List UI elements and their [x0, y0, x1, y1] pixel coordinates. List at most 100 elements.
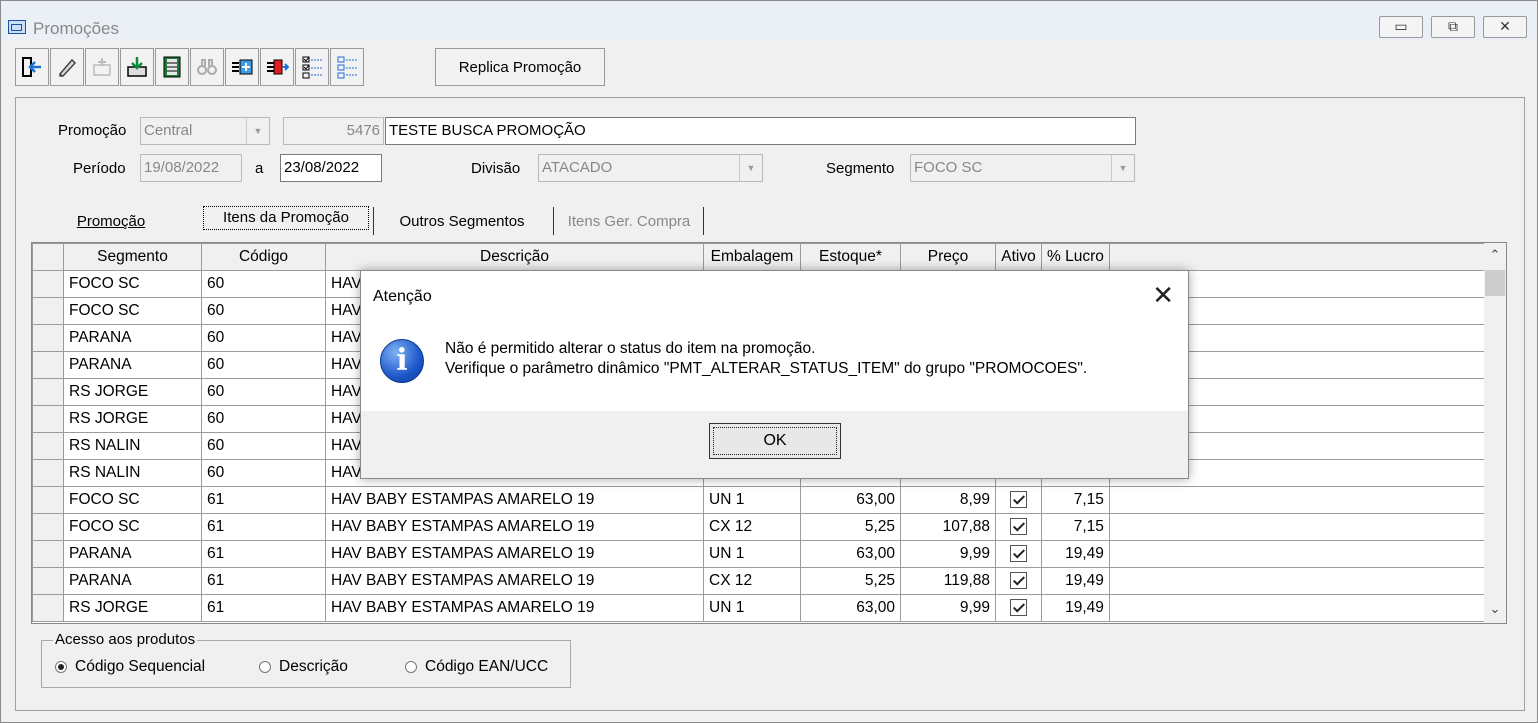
cell-estoque[interactable]: 63,00 — [800, 486, 901, 514]
column-header[interactable]: Ativo — [995, 243, 1042, 271]
cell-codigo[interactable]: 60 — [201, 270, 326, 298]
cell-embalagem[interactable]: CX 12 — [703, 513, 801, 541]
cell-lucro[interactable]: 19,49 — [1041, 540, 1110, 568]
column-header[interactable]: Estoque* — [800, 243, 901, 271]
cell-codigo[interactable]: 61 — [201, 594, 326, 622]
cell-segmento[interactable]: RS JORGE — [63, 405, 202, 433]
minimize-button[interactable]: ▭ — [1379, 16, 1423, 38]
tab-itens-da-promocao[interactable]: Itens da Promoção — [203, 206, 369, 230]
uncheck-all-button[interactable] — [330, 48, 364, 86]
export-button[interactable] — [260, 48, 294, 86]
tab-itens-ger-compra[interactable]: Itens Ger. Compra — [561, 207, 697, 237]
column-header[interactable]: Código — [201, 243, 326, 271]
cell-segmento[interactable]: RS NALIN — [63, 432, 202, 460]
cell-ativo[interactable] — [995, 567, 1042, 595]
cell-segmento[interactable]: RS JORGE — [63, 378, 202, 406]
scroll-thumb[interactable] — [1485, 270, 1505, 296]
tab-promocao[interactable]: Promoção — [31, 207, 191, 237]
cell-preco[interactable]: 119,88 — [900, 567, 996, 595]
tab-outros-segmentos[interactable]: Outros Segmentos — [381, 207, 543, 237]
promocao-tipo-select[interactable]: Central ▼ — [140, 117, 270, 145]
cell-filler[interactable] — [1108, 567, 1490, 595]
row-selector[interactable] — [32, 432, 64, 460]
ok-button[interactable]: OK — [709, 423, 841, 459]
cell-segmento[interactable]: PARANA — [63, 540, 202, 568]
cell-segmento[interactable]: FOCO SC — [63, 270, 202, 298]
cell-codigo[interactable]: 60 — [201, 459, 326, 487]
check-all-button[interactable] — [295, 48, 329, 86]
cell-ativo[interactable] — [995, 540, 1042, 568]
cell-ativo[interactable] — [995, 594, 1042, 622]
scroll-down-icon[interactable]: ⌄ — [1484, 601, 1506, 617]
checkbox-checked-icon[interactable] — [1010, 599, 1027, 617]
radio-descricao[interactable]: Descrição — [259, 658, 348, 676]
cell-segmento[interactable]: FOCO SC — [63, 297, 202, 325]
row-selector[interactable] — [32, 351, 64, 379]
cell-preco[interactable]: 9,99 — [900, 594, 996, 622]
table-row[interactable]: PARANA 61 HAV BABY ESTAMPAS AMARELO 19 UN 1… — [32, 540, 1490, 568]
cell-descricao[interactable]: HAV BABY ESTAMPAS AMARELO 19 — [325, 567, 704, 595]
row-selector[interactable] — [32, 459, 64, 487]
cell-codigo[interactable]: 60 — [201, 324, 326, 352]
row-selector[interactable] — [32, 405, 64, 433]
replica-promocao-button[interactable]: Replica Promoção — [435, 48, 605, 86]
checkbox-checked-icon[interactable] — [1010, 572, 1027, 590]
cell-codigo[interactable]: 61 — [201, 486, 326, 514]
scroll-up-icon[interactable]: ⌃ — [1484, 247, 1506, 263]
checkbox-checked-icon[interactable] — [1010, 545, 1027, 563]
cell-ativo[interactable] — [995, 486, 1042, 514]
table-row[interactable]: RS JORGE 61 HAV BABY ESTAMPAS AMARELO 19 UN… — [32, 594, 1490, 622]
row-selector[interactable] — [32, 594, 64, 622]
cell-filler[interactable] — [1108, 594, 1490, 622]
table-row[interactable]: PARANA 61 HAV BABY ESTAMPAS AMARELO 19 CX 1… — [32, 567, 1490, 595]
cell-codigo[interactable]: 61 — [201, 567, 326, 595]
vertical-scrollbar[interactable]: ⌃ ⌄ — [1484, 243, 1506, 623]
add-item-button[interactable] — [225, 48, 259, 86]
cell-ativo[interactable] — [995, 513, 1042, 541]
cell-preco[interactable]: 9,99 — [900, 540, 996, 568]
exit-button[interactable] — [15, 48, 49, 86]
close-button[interactable]: ✕ — [1483, 16, 1527, 38]
table-row[interactable]: FOCO SC 61 HAV BABY ESTAMPAS AMARELO 19 UN … — [32, 486, 1490, 514]
column-header[interactable]: % Lucro — [1041, 243, 1110, 271]
segmento-select[interactable]: FOCO SC ▼ — [910, 154, 1135, 182]
restore-button[interactable]: ⧉ — [1431, 16, 1475, 38]
cell-segmento[interactable]: RS JORGE — [63, 594, 202, 622]
cell-preco[interactable]: 107,88 — [900, 513, 996, 541]
cell-segmento[interactable]: PARANA — [63, 351, 202, 379]
cell-codigo[interactable]: 60 — [201, 351, 326, 379]
save-button[interactable] — [120, 48, 154, 86]
cell-codigo[interactable]: 60 — [201, 297, 326, 325]
checkbox-checked-icon[interactable] — [1010, 518, 1027, 536]
cell-embalagem[interactable]: UN 1 — [703, 486, 801, 514]
cell-descricao[interactable]: HAV BABY ESTAMPAS AMARELO 19 — [325, 540, 704, 568]
cell-filler[interactable] — [1108, 513, 1490, 541]
checkbox-checked-icon[interactable] — [1010, 491, 1027, 509]
cell-codigo[interactable]: 60 — [201, 405, 326, 433]
column-header[interactable]: Preço — [900, 243, 996, 271]
row-selector[interactable] — [32, 378, 64, 406]
cell-descricao[interactable]: HAV BABY ESTAMPAS AMARELO 19 — [325, 513, 704, 541]
cell-codigo[interactable]: 61 — [201, 513, 326, 541]
eraser-button[interactable] — [50, 48, 84, 86]
table-row[interactable]: FOCO SC 61 HAV BABY ESTAMPAS AMARELO 19 CX … — [32, 513, 1490, 541]
search-button[interactable] — [190, 48, 224, 86]
periodo-fim-field[interactable]: 23/08/2022 — [280, 154, 382, 182]
row-selector[interactable] — [32, 540, 64, 568]
column-header[interactable]: Embalagem — [703, 243, 801, 271]
cell-segmento[interactable]: FOCO SC — [63, 486, 202, 514]
cell-segmento[interactable]: FOCO SC — [63, 513, 202, 541]
cell-lucro[interactable]: 19,49 — [1041, 594, 1110, 622]
cell-descricao[interactable]: HAV BABY ESTAMPAS AMARELO 19 — [325, 486, 704, 514]
row-selector[interactable] — [32, 270, 64, 298]
cell-estoque[interactable]: 63,00 — [800, 540, 901, 568]
cell-lucro[interactable]: 7,15 — [1041, 486, 1110, 514]
column-header[interactable]: Descrição — [325, 243, 704, 271]
radio-codigo-ean[interactable]: Código EAN/UCC — [405, 658, 548, 676]
dialog-close-icon[interactable]: ✕ — [1152, 281, 1174, 311]
cell-codigo[interactable]: 61 — [201, 540, 326, 568]
cell-filler[interactable] — [1108, 486, 1490, 514]
cell-preco[interactable]: 8,99 — [900, 486, 996, 514]
cell-estoque[interactable]: 63,00 — [800, 594, 901, 622]
row-selector[interactable] — [32, 324, 64, 352]
